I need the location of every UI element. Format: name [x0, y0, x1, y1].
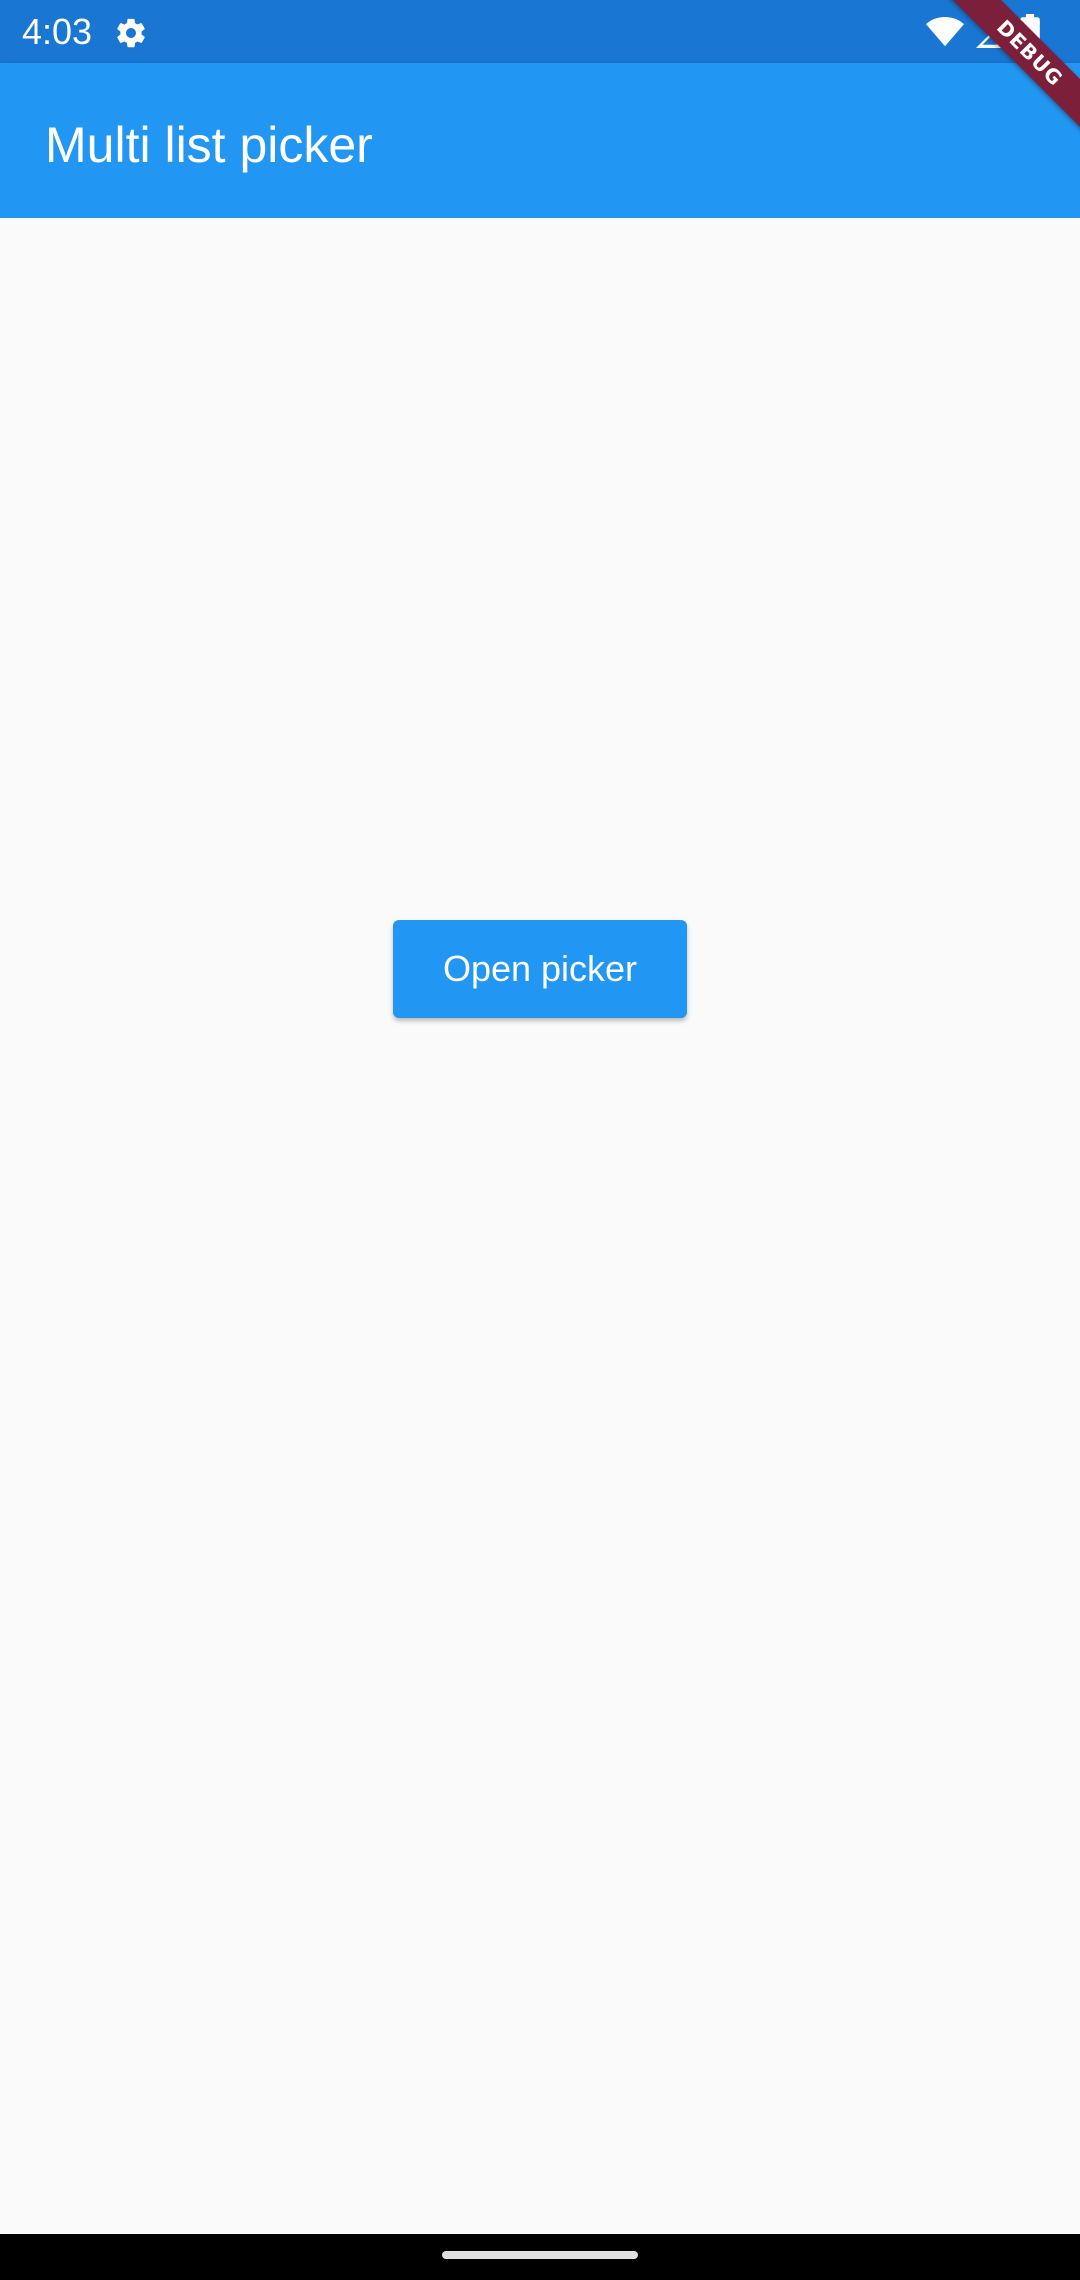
home-handle[interactable] — [442, 2251, 638, 2259]
app-bar: Multi list picker — [0, 63, 1080, 218]
battery-icon — [1020, 14, 1040, 55]
open-picker-button[interactable]: Open picker — [393, 920, 687, 1018]
signal-icon — [976, 15, 1008, 54]
wifi-icon — [926, 15, 964, 54]
status-time: 4:03 — [22, 11, 93, 52]
page-title: Multi list picker — [45, 117, 373, 173]
main-content — [0, 218, 1080, 2234]
status-icons — [926, 14, 1040, 55]
navigation-bar — [0, 2234, 1080, 2280]
status-bar: 4:03 — [0, 0, 1080, 63]
gear-icon — [114, 16, 148, 50]
